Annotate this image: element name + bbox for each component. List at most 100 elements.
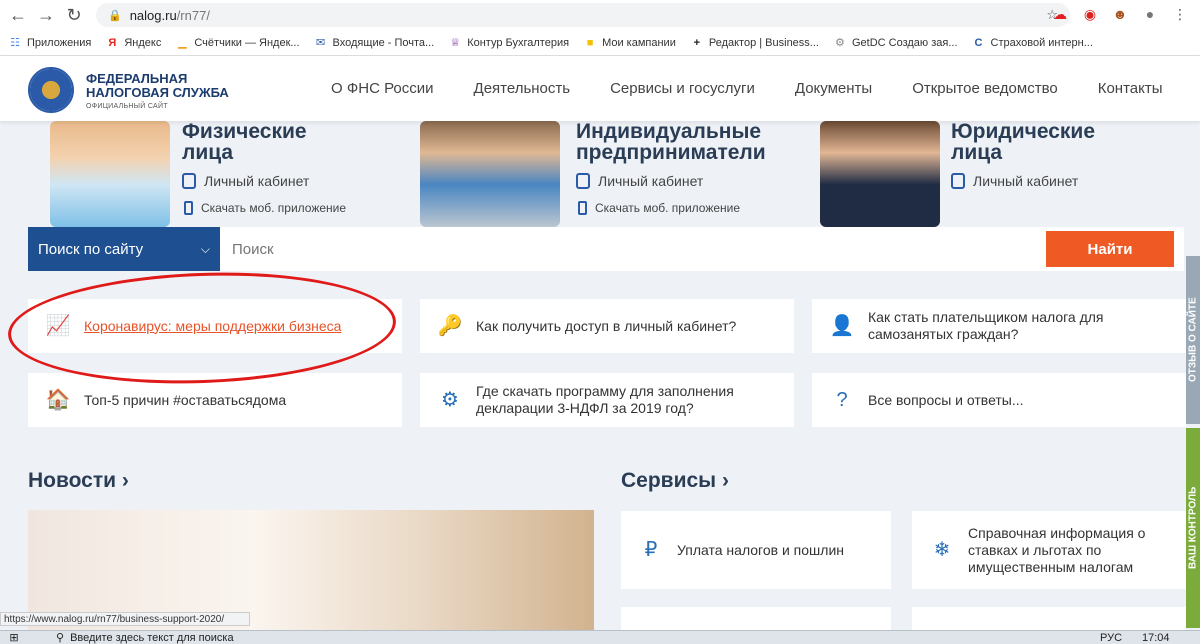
bookmark-label: GetDC Создаю зая... xyxy=(851,36,958,49)
card-coronavirus-support[interactable]: 📈 Коронавирус: меры поддержки бизнеса xyxy=(28,299,402,353)
nav-item-open-agency[interactable]: Открытое ведомство xyxy=(912,80,1058,97)
editor-icon: + xyxy=(693,36,701,49)
nav-item-services[interactable]: Сервисы и госуслуги xyxy=(610,80,755,97)
taskbar-clock[interactable]: 17:04 xyxy=(1142,632,1170,644)
profile-icon[interactable]: ● xyxy=(1140,4,1160,24)
your-control-side-tab[interactable]: ВАШ КОНТРОЛЬ xyxy=(1186,428,1200,628)
status-bar-url: https://www.nalog.ru/rn77/business-suppo… xyxy=(0,612,250,626)
phone-icon xyxy=(578,201,587,215)
bookmark-item[interactable]: + Редактор | Business... xyxy=(690,36,819,50)
service-card-partial-2[interactable] xyxy=(912,607,1186,630)
nav-item-about[interactable]: О ФНС России xyxy=(331,80,434,97)
reload-icon[interactable]: ↻ xyxy=(60,1,88,29)
bookmark-label: Входящие - Почта... xyxy=(332,36,435,49)
mobile-link-individuals[interactable]: Скачать моб. приложение xyxy=(184,201,346,215)
taskbar-search-input[interactable]: Введите здесь текст для поиска xyxy=(70,632,350,644)
bookmark-item[interactable]: C Страховой интерн... xyxy=(972,36,1093,50)
bookmark-item[interactable]: ⚙ GetDC Создаю зая... xyxy=(833,36,958,50)
mobile-link-entrepreneurs[interactable]: Скачать моб. приложение xyxy=(578,201,740,215)
bookmark-item[interactable]: ♕ Контур Бухгалтерия xyxy=(448,36,569,50)
card-cabinet-access[interactable]: 🔑 Как получить доступ в личный кабинет? xyxy=(420,299,794,353)
download-stack-icon: ⚙ xyxy=(441,388,459,411)
lock-icon: 🔒 xyxy=(108,9,122,22)
services-title: Сервисы xyxy=(621,469,717,492)
windows-start-icon[interactable]: ⊞ xyxy=(0,631,28,644)
search-scope-select[interactable]: Поиск по сайту ⌵ xyxy=(28,227,220,271)
card-text: Как стать плательщиком налога для самоза… xyxy=(868,309,1104,342)
bookmark-item[interactable]: ☷ Приложения xyxy=(8,36,91,50)
fns-emblem-icon[interactable] xyxy=(28,67,74,113)
kontur-icon: ♕ xyxy=(450,37,461,49)
card-text[interactable]: Коронавирус: меры поддержки бизнеса xyxy=(84,318,341,335)
house-icon: 🏠 xyxy=(45,388,71,411)
nav-item-contacts[interactable]: Контакты xyxy=(1098,80,1163,97)
bookmarks-bar: ☷ Приложения Я Яндекс ▁ Счётчики — Яндек... ✉ В… xyxy=(0,30,1200,56)
cat2-line1: Индивидуальные xyxy=(576,121,762,143)
chevron-right-icon: › xyxy=(121,469,129,492)
cat3-line2: лица xyxy=(951,141,1003,164)
search-scope-label: Поиск по сайту xyxy=(38,240,144,258)
cabinet-link-legal[interactable]: Личный кабинет xyxy=(951,173,1078,189)
card-self-employed[interactable]: 👤 Как стать плательщиком налога для само… xyxy=(812,299,1186,353)
service-property-rates[interactable]: ❄ Справочная информация о ставках и льго… xyxy=(912,511,1186,589)
site-header: ФЕДЕРАЛЬНАЯ НАЛОГОВАЯ СЛУЖБА ОФИЦИАЛЬНЫЙ … xyxy=(0,57,1200,121)
forward-arrow-icon[interactable]: → xyxy=(32,1,60,29)
services-heading[interactable]: Сервисы › xyxy=(621,469,729,493)
bookmark-label: Яндекс xyxy=(124,36,162,49)
card-3ndfl-download[interactable]: ⚙ Где скачать программу для заполнения д… xyxy=(420,373,794,427)
category-individuals-title[interactable]: Физические лица xyxy=(182,121,307,163)
card-top5-stay-home[interactable]: 🏠 Топ-5 причин #оставатьсядома xyxy=(28,373,402,427)
question-icon: ? xyxy=(836,388,848,411)
hero-categories: Физические лица Личный кабинет Скачать мо… xyxy=(0,121,1200,227)
search-input[interactable] xyxy=(220,227,1184,271)
key-cabinet-icon: 🔑 xyxy=(437,314,463,337)
service-tax-payment[interactable]: ₽ Уплата налогов и пошлин xyxy=(621,511,891,589)
search-button[interactable]: Найти xyxy=(1046,231,1174,267)
bookmark-item[interactable]: ✉ Входящие - Почта... xyxy=(314,36,435,50)
mobile-label: Скачать моб. приложение xyxy=(201,201,347,215)
menu-icon[interactable]: ⋮ xyxy=(1170,4,1190,24)
lock-icon xyxy=(951,173,965,189)
bookmark-item[interactable]: Я Яндекс xyxy=(105,36,161,50)
card-text: Как получить доступ в личный кабинет? xyxy=(476,317,737,334)
side-tab-label: ОТЗЫВ О САЙТЕ xyxy=(1187,297,1199,383)
bookmark-item[interactable]: ▁ Счётчики — Яндек... xyxy=(175,36,299,50)
bookmark-label: Мои кампании xyxy=(602,36,676,49)
bookmark-item[interactable]: ■ Мои кампании xyxy=(583,36,676,50)
service-text: Справочная информация о ставках и льгота… xyxy=(968,524,1146,575)
bookmark-label: Страховой интерн... xyxy=(990,36,1093,49)
card-all-questions[interactable]: ? Все вопросы и ответы... xyxy=(812,373,1186,427)
bookmark-label: Редактор | Business... xyxy=(708,36,819,49)
side-tab-label: ВАШ КОНТРОЛЬ xyxy=(1187,486,1199,570)
logo-title[interactable]: ФЕДЕРАЛЬНАЯ НАЛОГОВАЯ СЛУЖБА xyxy=(86,72,229,100)
card-text: Все вопросы и ответы... xyxy=(868,391,1024,408)
insurance-icon: C xyxy=(974,36,983,49)
nav-item-documents[interactable]: Документы xyxy=(795,80,872,97)
taskbar-lang[interactable]: РУС xyxy=(1100,632,1122,644)
service-text: Уплата налогов и пошлин xyxy=(677,541,844,558)
bookmark-label: Счётчики — Яндек... xyxy=(194,36,300,49)
bookmark-label: Приложения xyxy=(27,36,92,49)
red-extension-icon[interactable]: ◉ xyxy=(1080,4,1100,24)
back-arrow-icon[interactable]: ← xyxy=(4,1,32,29)
category-legal-title[interactable]: Юридические лица xyxy=(951,121,1095,163)
extensions-area: ☁ ◉ ☻ ● ⋮ xyxy=(1050,4,1190,24)
cat1-line2: лица xyxy=(182,141,234,164)
news-heading[interactable]: Новости › xyxy=(28,469,129,493)
page-content: Физические лица Личный кабинет Скачать мо… xyxy=(0,121,1200,630)
feedback-side-tab[interactable]: ОТЗЫВ О САЙТЕ xyxy=(1186,256,1200,424)
category-entrepreneurs-title[interactable]: Индивидуальные предприниматели xyxy=(576,121,766,163)
cloud-extension-icon[interactable]: ☁ xyxy=(1050,4,1070,24)
nav-item-activity[interactable]: Деятельность xyxy=(474,80,571,97)
cabinet-link-entrepreneurs[interactable]: Личный кабинет xyxy=(576,173,703,189)
business-man-photo xyxy=(820,121,940,227)
self-employed-icon: 👤 xyxy=(829,314,855,337)
url-domain: nalog.ru xyxy=(129,7,177,23)
service-card-partial-1[interactable] xyxy=(621,607,891,630)
growth-chart-icon: 📈 xyxy=(45,314,71,337)
address-bar[interactable]: 🔒 nalog.ru/rn77/ ☆ xyxy=(96,3,1070,27)
metrika-icon: ▁ xyxy=(178,37,187,49)
cabinet-link-individuals[interactable]: Личный кабинет xyxy=(182,173,309,189)
cat3-line1: Юридические xyxy=(951,121,1096,143)
avatar-extension-icon[interactable]: ☻ xyxy=(1110,4,1130,24)
